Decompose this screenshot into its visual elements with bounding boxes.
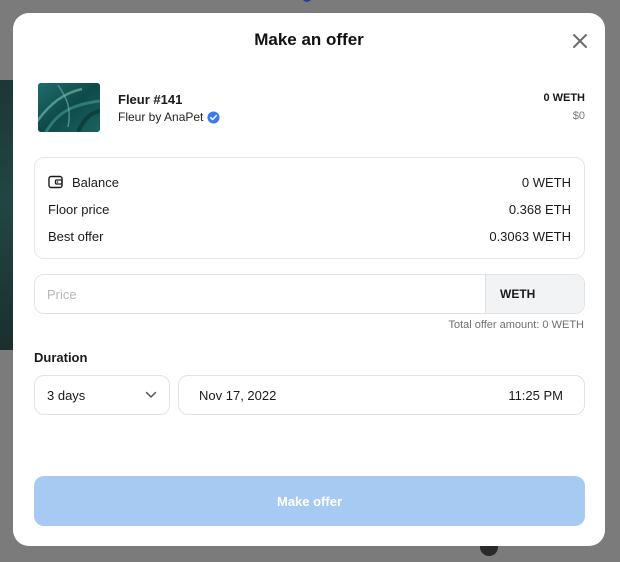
expiration-time: 11:25 PM bbox=[508, 387, 563, 403]
balance-label: Balance bbox=[72, 174, 119, 190]
background-fragment bbox=[480, 546, 498, 556]
floor-price-value: 0.368 ETH bbox=[508, 201, 571, 217]
expiration-datetime-picker[interactable]: Nov 17, 2022 11:25 PM bbox=[178, 375, 585, 415]
price-input[interactable] bbox=[35, 275, 485, 313]
modal-title: Make an offer bbox=[254, 30, 364, 49]
item-thumbnail bbox=[38, 83, 100, 132]
best-offer-value: 0.3063 WETH bbox=[489, 228, 571, 244]
offer-modal: Make an offer Fleur #141 Fleur by AnaPet… bbox=[13, 13, 605, 546]
expiration-date: Nov 17, 2022 bbox=[199, 387, 277, 403]
currency-selector[interactable]: WETH bbox=[485, 275, 584, 313]
background-fragment bbox=[302, 0, 312, 2]
close-icon bbox=[573, 34, 587, 48]
make-offer-button[interactable]: Make offer bbox=[34, 476, 585, 526]
collection-name: Fleur by AnaPet bbox=[118, 110, 204, 124]
best-offer-label: Best offer bbox=[48, 228, 104, 244]
item-name: Fleur #141 bbox=[118, 92, 183, 107]
item-price: 0 WETH bbox=[543, 92, 585, 104]
wallet-icon bbox=[48, 175, 63, 189]
close-button[interactable] bbox=[569, 30, 591, 52]
duration-dropdown[interactable]: 3 days bbox=[34, 375, 170, 415]
balance-row: Balance 0 WETH bbox=[48, 173, 571, 191]
chevron-down-icon bbox=[145, 391, 157, 398]
verified-badge-icon bbox=[207, 110, 220, 124]
item-summary: Fleur #141 Fleur by AnaPet 0 WETH $0 bbox=[38, 83, 585, 133]
price-input-group: WETH bbox=[34, 274, 585, 314]
duration-selected-value: 3 days bbox=[47, 387, 86, 403]
balance-value: 0 WETH bbox=[521, 174, 571, 190]
offer-info-card: Balance 0 WETH Floor price 0.368 ETH Bes… bbox=[34, 157, 585, 259]
item-price-usd: $0 bbox=[572, 110, 585, 122]
item-collection[interactable]: Fleur by AnaPet bbox=[118, 110, 220, 124]
duration-label: Duration bbox=[34, 350, 88, 365]
floor-price-row: Floor price 0.368 ETH bbox=[48, 200, 571, 218]
floor-price-label: Floor price bbox=[48, 201, 110, 217]
best-offer-row: Best offer 0.3063 WETH bbox=[48, 227, 571, 245]
total-offer-amount: Total offer amount: 0 WETH bbox=[448, 319, 584, 331]
